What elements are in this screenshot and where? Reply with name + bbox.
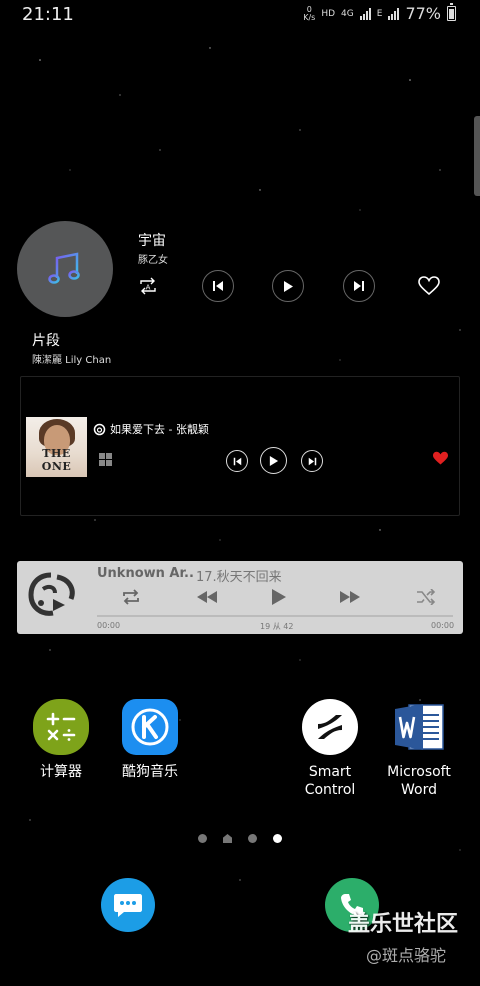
heart-filled-icon [433,451,448,465]
network-type: 4G [341,8,354,19]
widget3-title: 17.秋天不回来 [196,570,282,585]
calculator-label: 计算器 [40,764,82,780]
page-dot-3[interactable] [248,834,257,843]
fast-forward-icon [340,591,360,603]
widget3-time-left: 00:00 [97,621,121,630]
music-widget-2: THE ONE 如果爱下去 - 张靓颖 [20,376,460,516]
widget2-next-button[interactable] [301,450,323,472]
status-bar: 21:11 0 K/s HD 4G E 77% [0,0,480,30]
widget2-song-title: 如果爱下去 - 张靓颖 [110,423,209,436]
app-calculator[interactable]: 计算器 [16,699,106,781]
widget1-controls: A [136,270,446,302]
music-widget-disc[interactable] [17,221,113,317]
widget1-artist: 豚乙女 [138,255,168,266]
music-widget-3: Unknown Ar.. 17.秋天不回来 00:00 19 从 42 00:0… [17,561,463,634]
app-smart-control[interactable]: Smart Control [285,699,375,799]
signal-icon-2 [388,7,400,20]
net-speed: 0 K/s [303,4,316,22]
play-icon [269,455,279,466]
widget3-artist: Unknown Ar.. [97,566,194,581]
widget3-time-right: 00:00 [431,621,455,630]
page-indicator[interactable] [198,832,286,844]
widget3-shuffle-button[interactable] [413,585,439,609]
word-icon [391,699,447,755]
status-time: 21:11 [22,4,74,25]
widget1-segment-artist: 陳潔麗 Lily Chan [32,355,112,366]
edge-panel-handle[interactable] [474,116,480,196]
album-art[interactable]: THE ONE [26,417,87,477]
widget3-play-button[interactable] [266,585,292,609]
page-dot-1[interactable] [198,834,207,843]
play-icon [284,280,293,292]
rewind-icon [197,591,217,603]
widget3-time-mid: 19 从 42 [260,622,294,631]
widget1-next-button[interactable] [343,270,375,302]
widget3-forward-button[interactable] [337,585,363,609]
shuffle-icon [417,589,436,605]
repeat-icon [123,589,139,605]
sennheiser-icon [302,699,358,755]
player-logo-icon[interactable] [25,571,79,625]
signal-icon [359,7,371,20]
calculator-icon [33,699,89,755]
battery-percent: 77% [405,4,441,23]
widget3-repeat-button[interactable] [117,585,145,609]
widget2-song-row: 如果爱下去 - 张靓颖 [93,421,209,437]
messages-app[interactable] [101,878,155,932]
next-icon [308,457,316,465]
repeat-button[interactable]: A [132,270,164,302]
watermark-handle: @斑点骆驼 [366,946,447,965]
word-label: Microsoft Word [387,764,451,798]
widget3-progress-bar[interactable] [97,615,453,617]
widget1-prev-button[interactable] [202,270,234,302]
page-dot-4-active[interactable] [273,834,282,843]
messages-icon [114,894,142,917]
heart-outline-icon [418,276,440,296]
widget1-play-button[interactable] [272,270,304,302]
status-indicators: 0 K/s HD 4G E 77% [303,3,456,23]
widget2-prev-button[interactable] [226,450,248,472]
data-type: E [376,8,383,19]
widget2-play-button[interactable] [260,447,287,474]
next-icon [354,281,364,291]
netease-music-icon [93,423,106,435]
music-note-icon [48,252,80,284]
app-microsoft-word[interactable]: Microsoft Word [374,699,464,799]
app-kugou-music[interactable]: 酷狗音乐 [105,699,195,781]
grid-icon[interactable] [99,453,112,466]
widget1-favorite-button[interactable] [413,270,445,302]
previous-icon [213,281,223,291]
play-icon [272,589,286,605]
previous-icon [233,457,241,465]
watermark-title: 盖乐世社区 [348,912,459,937]
widget2-favorite-button[interactable] [432,451,449,470]
widget1-song-title: 宇宙 [138,233,166,249]
smart-control-label: Smart Control [304,764,356,798]
widget3-rewind-button[interactable] [194,585,220,609]
kugou-icon [122,699,178,755]
svg-text:A: A [146,284,151,292]
battery-icon [447,3,456,21]
widget1-segment-title: 片段 [32,333,60,349]
kugou-label: 酷狗音乐 [122,764,178,780]
repeat-icon: A [140,277,156,295]
home-page-dot[interactable] [223,834,232,843]
hd-indicator: HD [321,8,336,19]
album-art-label: THE ONE [41,447,72,473]
